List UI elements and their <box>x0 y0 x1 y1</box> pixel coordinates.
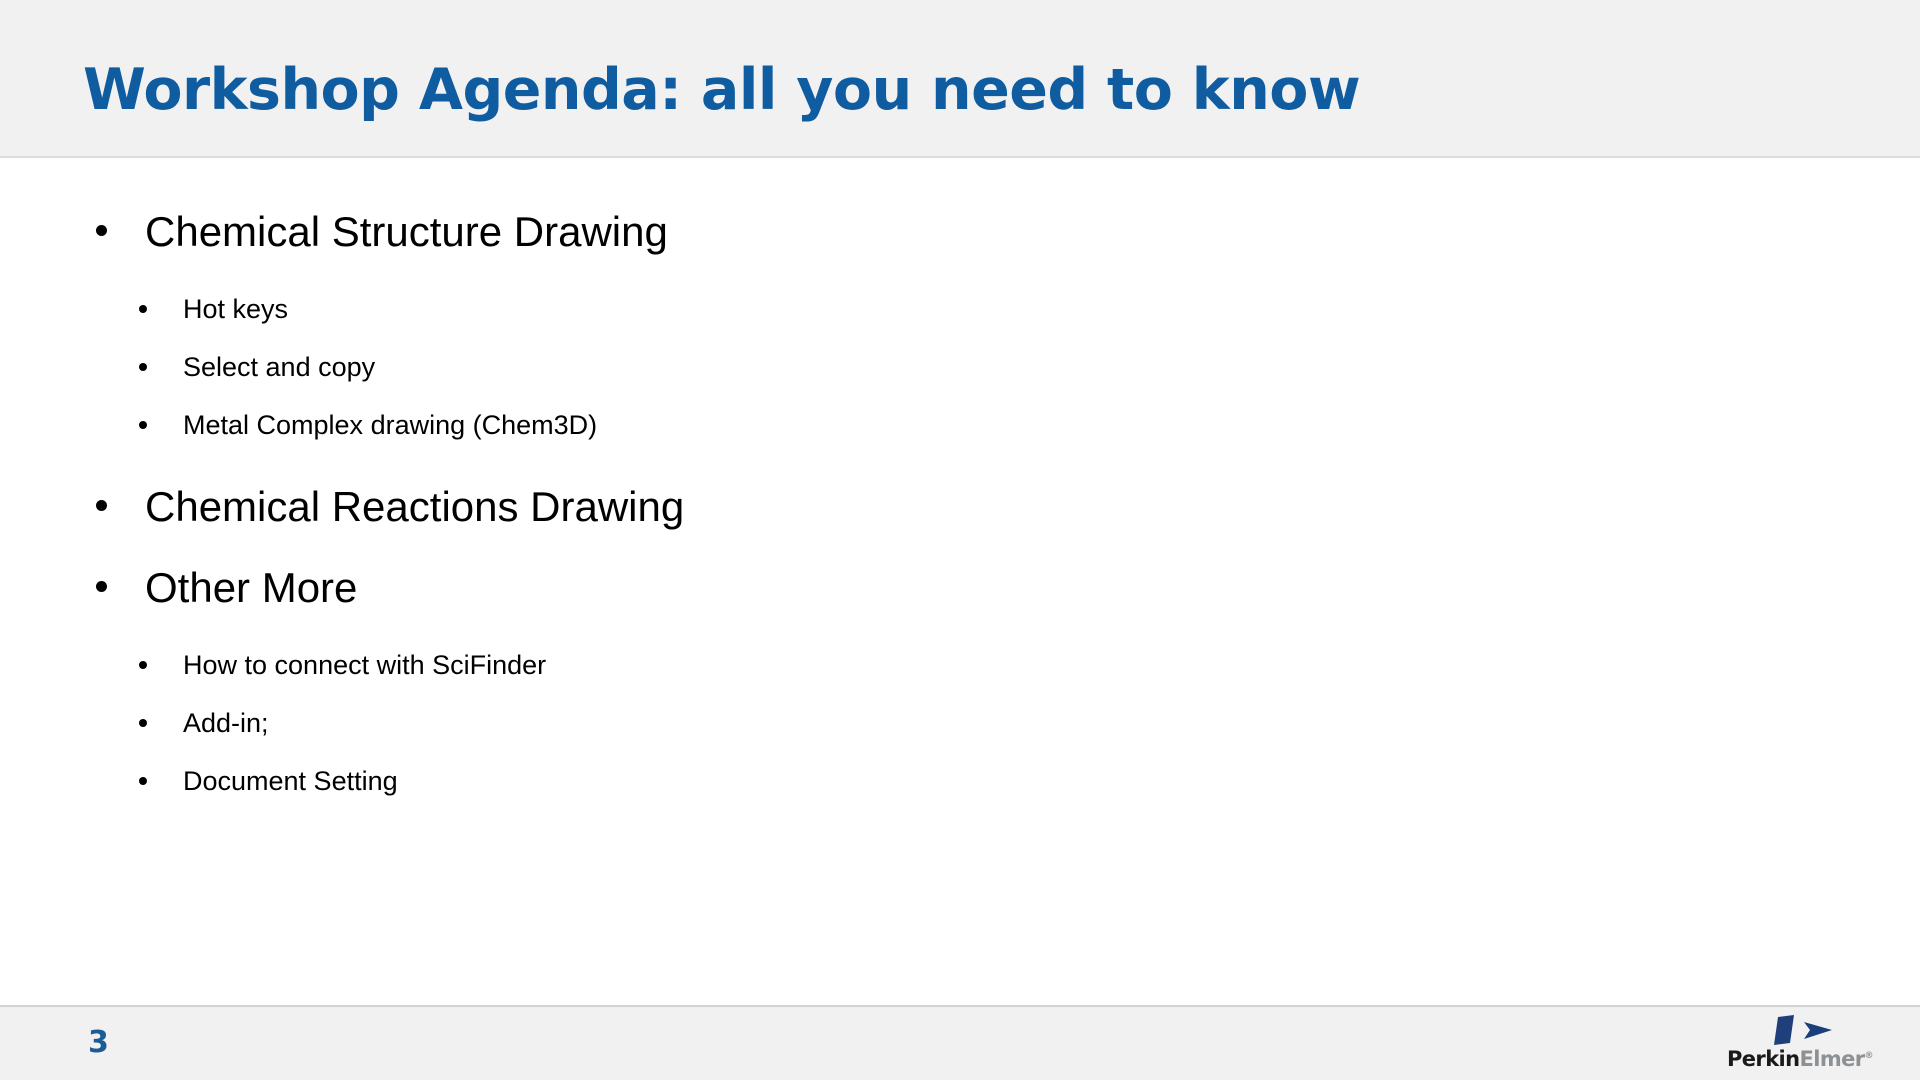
bullet-dot-icon <box>139 363 147 371</box>
page-title: Workshop Agenda: all you need to know <box>83 57 1361 123</box>
wordmark-primary: Perkin <box>1727 1047 1800 1071</box>
perkinelmer-wordmark: PerkinElmer® <box>1727 1044 1877 1071</box>
list-item: Chemical Structure Drawing <box>0 196 1920 277</box>
list-item-label: Chemical Reactions Drawing <box>145 483 685 530</box>
perkinelmer-mark-icon <box>1774 1015 1832 1045</box>
agenda-bullet-list: Chemical Structure Drawing Hot keys Sele… <box>0 158 1920 815</box>
list-item: Document Setting <box>0 757 1920 815</box>
bullet-dot-icon <box>139 719 147 727</box>
perkinelmer-logo: PerkinElmer® <box>1727 1015 1877 1073</box>
list-item-label: How to connect with SciFinder <box>183 650 547 680</box>
bullet-dot-icon <box>139 777 147 785</box>
registered-trademark-icon: ® <box>1864 1051 1874 1061</box>
bullet-dot-icon <box>139 305 147 313</box>
bullet-dot-icon <box>96 581 107 592</box>
wordmark-secondary: Elmer <box>1799 1047 1866 1071</box>
list-item: Select and copy <box>0 343 1920 401</box>
bullet-dot-icon <box>139 661 147 669</box>
slide-footer: 3 PerkinElmer® <box>0 1005 1920 1080</box>
slide-number: 3 <box>88 1025 109 1060</box>
presentation-slide: Workshop Agenda: all you need to know Ch… <box>0 0 1920 1080</box>
slide-header: Workshop Agenda: all you need to know <box>0 0 1920 158</box>
slide-body: Chemical Structure Drawing Hot keys Sele… <box>0 158 1920 1005</box>
bullet-dot-icon <box>96 225 107 236</box>
list-item-label: Select and copy <box>183 352 376 382</box>
list-item-label: Metal Complex drawing (Chem3D) <box>183 410 598 440</box>
bullet-dot-icon <box>139 421 147 429</box>
list-item-label: Add-in; <box>183 708 269 738</box>
list-item-label: Document Setting <box>183 766 398 796</box>
list-item: How to connect with SciFinder <box>0 641 1920 699</box>
list-item-label: Hot keys <box>183 294 289 324</box>
list-item-label: Other More <box>145 564 358 611</box>
list-item: Other More <box>0 552 1920 633</box>
list-item: Chemical Reactions Drawing <box>0 471 1920 552</box>
list-item: Hot keys <box>0 285 1920 343</box>
list-item-label: Chemical Structure Drawing <box>145 208 668 255</box>
list-item: Metal Complex drawing (Chem3D) <box>0 401 1920 459</box>
list-item: Add-in; <box>0 699 1920 757</box>
bullet-dot-icon <box>96 500 107 511</box>
